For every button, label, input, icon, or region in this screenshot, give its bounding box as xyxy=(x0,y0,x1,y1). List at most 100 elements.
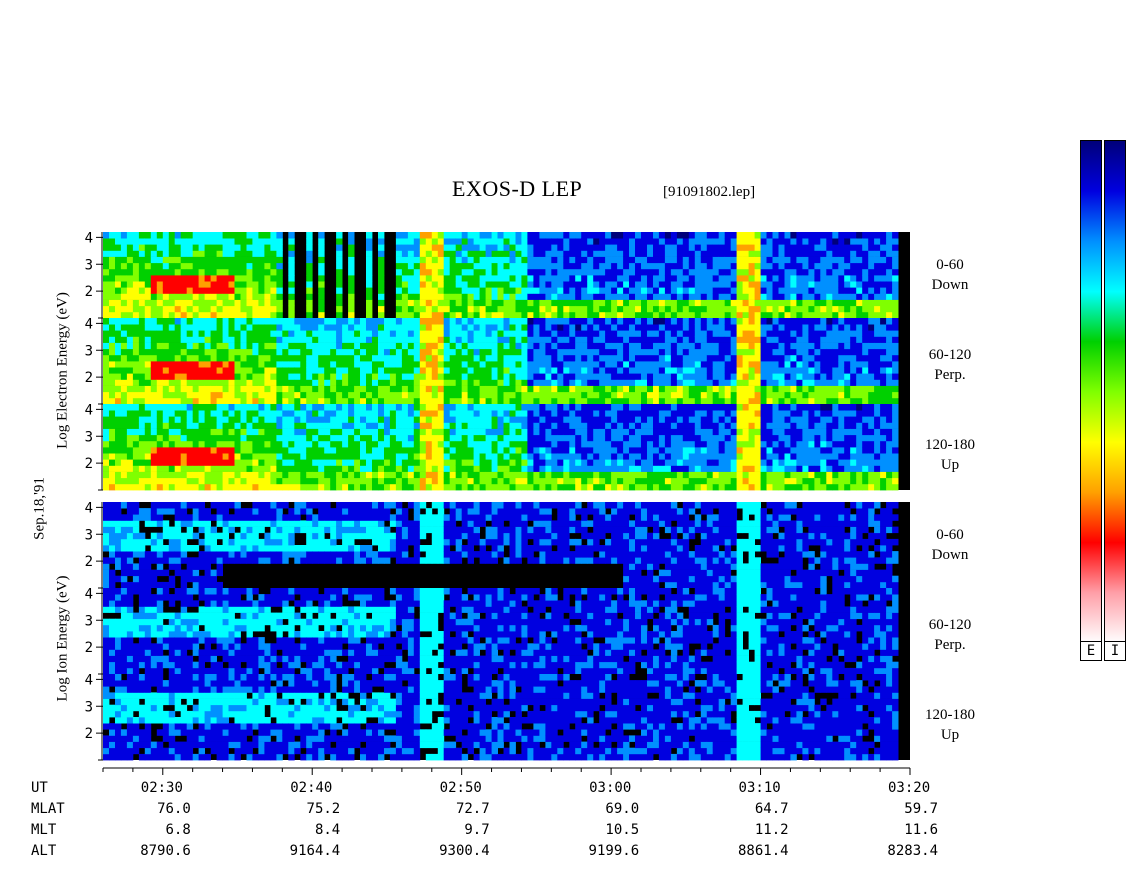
spectrogram-cell xyxy=(796,367,803,374)
spectrogram-cell xyxy=(533,459,540,466)
spectrogram-cell xyxy=(192,299,200,307)
spectrogram-cell xyxy=(120,440,128,448)
spectrogram-cell xyxy=(324,318,331,325)
spectrogram-cell xyxy=(658,293,666,300)
spectrogram-cell xyxy=(437,391,445,399)
spectrogram-cell xyxy=(724,250,732,257)
spectrogram-cell xyxy=(545,471,552,479)
spectrogram-cell xyxy=(192,453,200,460)
spectrogram-cell xyxy=(258,244,265,251)
spectrogram-cell xyxy=(670,330,678,337)
spectrogram-cell xyxy=(258,330,265,337)
spectrogram-cell xyxy=(144,440,152,448)
spectrogram-cell xyxy=(168,342,176,350)
spectrogram-cell xyxy=(204,275,211,282)
spectrogram-cell xyxy=(234,416,241,423)
spectrogram-cell xyxy=(120,256,128,264)
spectrogram-cell xyxy=(533,361,540,368)
spectrogram-cell xyxy=(324,459,331,466)
spectrogram-cell xyxy=(270,250,277,257)
spectrogram-cell xyxy=(312,440,319,448)
spectrogram-cell xyxy=(599,348,606,356)
spectrogram-cell xyxy=(611,275,618,282)
spectrogram-cell xyxy=(623,373,630,380)
spectrogram-cell xyxy=(413,434,421,442)
spectrogram-cell xyxy=(348,410,355,417)
spectrogram-cell xyxy=(521,324,528,331)
spectrogram-cell xyxy=(174,305,182,313)
spectrogram-cell xyxy=(336,477,343,485)
spectrogram-cell xyxy=(676,397,684,405)
spectrogram-cell xyxy=(336,318,343,325)
spectrogram-cell xyxy=(635,459,642,466)
spectrogram-cell xyxy=(192,232,200,239)
spectrogram-cell xyxy=(132,324,140,331)
spectrogram-cell xyxy=(258,305,265,313)
spectrogram-cell xyxy=(503,342,510,350)
spectrogram-cell xyxy=(425,385,433,393)
spectrogram-cell xyxy=(832,305,839,313)
spectrogram-cell xyxy=(479,238,486,245)
spectrogram-cell xyxy=(509,342,516,350)
spectrogram-cell xyxy=(485,404,492,411)
spectrogram-cell xyxy=(240,453,247,460)
spectrogram-cell xyxy=(109,318,116,325)
spectrogram-cell xyxy=(120,330,128,337)
spectrogram-cell xyxy=(682,453,690,460)
spectrogram-cell xyxy=(635,318,642,325)
spectrogram-cell xyxy=(449,311,457,319)
spectrogram-cell xyxy=(647,422,654,429)
spectrogram-cell xyxy=(407,318,415,325)
spectrogram-cell xyxy=(437,232,445,239)
spectrogram-cell xyxy=(407,342,415,350)
spectrogram-cell xyxy=(246,379,253,386)
spectrogram-cell xyxy=(599,404,606,411)
spectrogram-cell xyxy=(575,391,582,399)
spectrogram-cell xyxy=(766,342,773,350)
spectrogram-cell xyxy=(808,275,815,282)
spectrogram-cell xyxy=(539,416,546,423)
spectrogram-cell xyxy=(443,305,451,313)
spectrogram-cell xyxy=(252,471,259,479)
spectrogram-cell xyxy=(778,311,785,319)
spectrogram-cell xyxy=(413,287,421,294)
spectrogram-cell xyxy=(174,459,182,466)
spectrogram-cell xyxy=(276,324,283,331)
spectrogram-cell xyxy=(384,434,391,442)
spectrogram-cell xyxy=(168,281,176,288)
spectrogram-cell xyxy=(503,453,510,460)
spectrogram-cell xyxy=(748,348,755,356)
spectrogram-cell xyxy=(658,244,666,251)
spectrogram-cell xyxy=(156,410,164,417)
spectrogram-cell xyxy=(473,434,480,442)
spectrogram-cell xyxy=(760,330,767,337)
spectrogram-cell xyxy=(120,465,128,472)
spectrogram-cell xyxy=(198,238,205,245)
spectrogram-cell xyxy=(742,244,749,251)
spectrogram-cell xyxy=(617,318,624,325)
spectrogram-cell xyxy=(384,397,391,405)
spectrogram-cell xyxy=(437,379,445,386)
spectrogram-cell xyxy=(431,250,439,257)
spectrogram-cell xyxy=(820,391,827,399)
spectrogram-cell xyxy=(443,447,451,454)
spectrogram-cell xyxy=(766,311,773,319)
spectrogram-cell xyxy=(664,465,672,472)
spectrogram-cell xyxy=(276,465,283,472)
spectrogram-cell xyxy=(222,287,229,294)
spectrogram-cell xyxy=(599,299,606,307)
spectrogram-cell xyxy=(115,471,122,479)
spectrogram-cell xyxy=(694,287,702,294)
spectrogram-cell xyxy=(694,379,702,386)
spectrogram-cell xyxy=(174,348,182,356)
spectrogram-cell xyxy=(342,447,349,454)
spectrogram-cell xyxy=(605,471,612,479)
spectrogram-cell xyxy=(581,471,588,479)
spectrogram-cell xyxy=(778,348,785,356)
spectrogram-cell xyxy=(850,293,857,300)
spectrogram-cell xyxy=(120,250,128,257)
spectrogram-cell xyxy=(605,453,612,460)
spectrogram-cell xyxy=(425,244,433,251)
spectrogram-cell xyxy=(210,336,217,343)
spectrogram-cell xyxy=(527,336,534,343)
